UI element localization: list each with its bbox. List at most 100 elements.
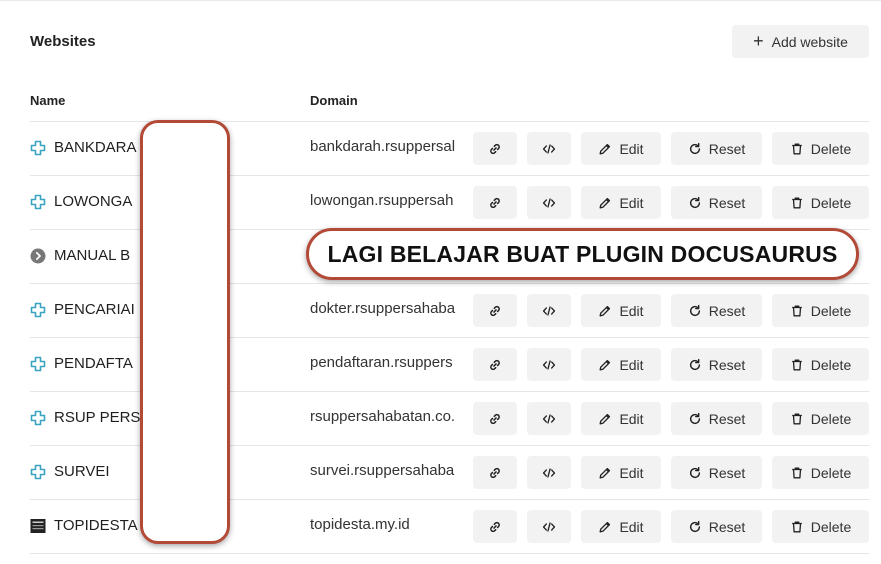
refresh-icon: [688, 358, 702, 372]
trash-icon: [790, 412, 804, 426]
top-divider: [0, 0, 881, 1]
edit-button[interactable]: Edit: [581, 402, 661, 435]
reset-label: Reset: [708, 518, 746, 535]
edit-button[interactable]: Edit: [581, 348, 661, 381]
reset-button[interactable]: Reset: [671, 456, 762, 489]
trash-icon: [790, 358, 804, 372]
reset-button[interactable]: Reset: [671, 186, 762, 219]
pencil-icon: [598, 142, 612, 156]
delete-button[interactable]: Delete: [772, 456, 869, 489]
reset-button[interactable]: Reset: [671, 294, 762, 327]
reset-button[interactable]: Reset: [671, 402, 762, 435]
website-name[interactable]: PENCARIAI: [54, 301, 135, 318]
edit-button[interactable]: Edit: [581, 510, 661, 543]
website-domain[interactable]: lowongan.rsuppersah: [310, 192, 453, 209]
table-row: PENDAFTA pendaftaran.rsuppers Edit Reset Del…: [0, 338, 881, 392]
embed-code-button[interactable]: [527, 402, 571, 435]
annotation-banner: LAGI BELAJAR BUAT PLUGIN DOCUSAURUS: [306, 228, 859, 280]
edit-button[interactable]: Edit: [581, 456, 661, 489]
code-icon: [542, 142, 556, 156]
copy-link-button[interactable]: [473, 510, 517, 543]
edit-label: Edit: [619, 518, 644, 535]
website-domain[interactable]: rsuppersahabatan.co.: [310, 408, 455, 425]
website-domain[interactable]: dokter.rsuppersahaba: [310, 300, 455, 317]
code-icon: [542, 520, 556, 534]
link-icon: [488, 358, 502, 372]
reset-button[interactable]: Reset: [671, 348, 762, 381]
copy-link-button[interactable]: [473, 294, 517, 327]
delete-button[interactable]: Delete: [772, 348, 869, 381]
edit-label: Edit: [619, 464, 644, 481]
table-row: SURVEI survei.rsuppersahaba Edit Reset Delet…: [0, 446, 881, 500]
embed-code-button[interactable]: [527, 456, 571, 489]
edit-button[interactable]: Edit: [581, 294, 661, 327]
pencil-icon: [598, 520, 612, 534]
embed-code-button[interactable]: [527, 132, 571, 165]
edit-label: Edit: [619, 302, 644, 319]
delete-label: Delete: [810, 410, 852, 427]
link-icon: [488, 196, 502, 210]
code-icon: [542, 196, 556, 210]
pencil-icon: [598, 304, 612, 318]
embed-code-button[interactable]: [527, 510, 571, 543]
plus-icon: +: [753, 30, 764, 51]
pencil-icon: [598, 466, 612, 480]
refresh-icon: [688, 412, 702, 426]
refresh-icon: [688, 520, 702, 534]
add-website-label: Add website: [771, 33, 848, 50]
pencil-icon: [598, 412, 612, 426]
delete-button[interactable]: Delete: [772, 132, 869, 165]
website-name[interactable]: MANUAL B: [54, 247, 130, 264]
code-icon: [542, 304, 556, 318]
website-name[interactable]: TOPIDESTA: [54, 517, 138, 534]
page-title: Websites: [30, 33, 96, 50]
trash-icon: [790, 304, 804, 318]
website-domain[interactable]: bankdarah.rsuppersal: [310, 138, 455, 155]
embed-code-button[interactable]: [527, 294, 571, 327]
website-name[interactable]: LOWONGA: [54, 193, 132, 210]
edit-label: Edit: [619, 140, 644, 157]
column-header-domain: Domain: [310, 93, 358, 108]
copy-link-button[interactable]: [473, 186, 517, 219]
website-name[interactable]: SURVEI: [54, 463, 110, 480]
website-domain[interactable]: topidesta.my.id: [310, 516, 410, 533]
edit-button[interactable]: Edit: [581, 132, 661, 165]
puzzle-plus-icon: [30, 140, 46, 156]
reset-label: Reset: [708, 356, 746, 373]
add-website-button[interactable]: + Add website: [732, 25, 869, 58]
reset-button[interactable]: Reset: [671, 132, 762, 165]
delete-label: Delete: [810, 302, 852, 319]
refresh-icon: [688, 466, 702, 480]
table-row: RSUP PERS rsuppersahabatan.co. Edit Reset De…: [0, 392, 881, 446]
delete-button[interactable]: Delete: [772, 186, 869, 219]
delete-label: Delete: [810, 518, 852, 535]
puzzle-plus-icon: [30, 410, 46, 426]
link-icon: [488, 142, 502, 156]
delete-label: Delete: [810, 464, 852, 481]
copy-link-button[interactable]: [473, 132, 517, 165]
trash-icon: [790, 520, 804, 534]
website-domain[interactable]: pendaftaran.rsuppers: [310, 354, 453, 371]
delete-button[interactable]: Delete: [772, 510, 869, 543]
code-icon: [542, 466, 556, 480]
delete-label: Delete: [810, 140, 852, 157]
link-icon: [488, 304, 502, 318]
delete-button[interactable]: Delete: [772, 294, 869, 327]
reset-button[interactable]: Reset: [671, 510, 762, 543]
copy-link-button[interactable]: [473, 402, 517, 435]
reset-label: Reset: [708, 194, 746, 211]
website-name[interactable]: PENDAFTA: [54, 355, 133, 372]
embed-code-button[interactable]: [527, 348, 571, 381]
embed-code-button[interactable]: [527, 186, 571, 219]
edit-label: Edit: [619, 356, 644, 373]
table-row: LOWONGA lowongan.rsuppersah Edit Reset Delet…: [0, 176, 881, 230]
website-domain[interactable]: survei.rsuppersahaba: [310, 462, 454, 479]
copy-link-button[interactable]: [473, 456, 517, 489]
edit-button[interactable]: Edit: [581, 186, 661, 219]
website-name[interactable]: BANKDARA: [54, 139, 137, 156]
copy-link-button[interactable]: [473, 348, 517, 381]
website-name[interactable]: RSUP PERS: [54, 409, 140, 426]
trash-icon: [790, 196, 804, 210]
delete-button[interactable]: Delete: [772, 402, 869, 435]
delete-label: Delete: [810, 356, 852, 373]
